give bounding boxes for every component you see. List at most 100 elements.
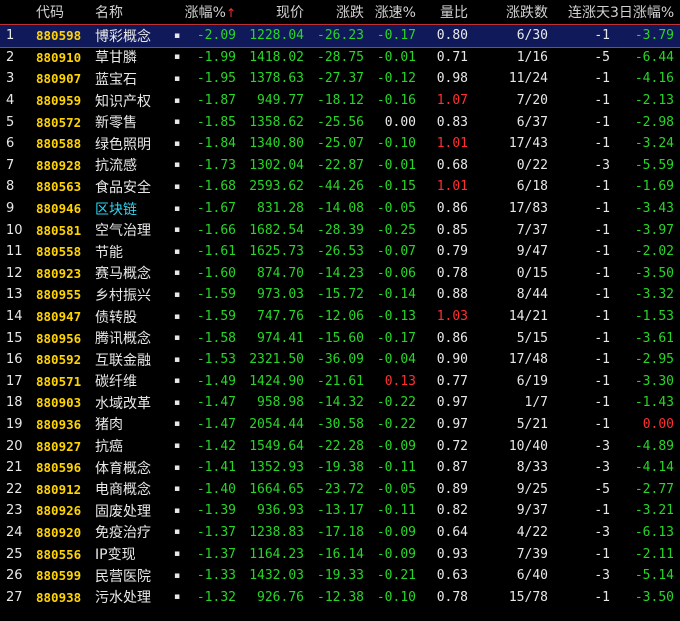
row-price: 1164.23 [249,546,304,562]
row-3day-change: -2.02 [634,244,674,260]
row-volume-ratio: 0.68 [436,157,468,173]
row-volume-ratio: 1.07 [436,93,468,109]
table-row[interactable]: 2 880910 草甘膦 ▪ -1.99 1418.02 -28.75 -0.01 0.71 1/… [0,47,680,69]
table-row[interactable]: 10 880581 空气治理 ▪ -1.66 1682.54 -28.39 -0.25 0.85… [0,219,680,241]
table-row[interactable]: 11 880558 节能 ▪ -1.61 1625.73 -26.53 -0.07 0.79 9/… [0,241,680,263]
table-row[interactable]: 23 880926 固废处理 ▪ -1.39 936.93 -13.17 -0.11 0.82 9… [0,500,680,522]
header-rise-days[interactable]: 连涨天 [548,2,610,22]
row-volume-ratio: 1.03 [436,309,468,325]
row-up-down-count: 6/18 [516,179,548,195]
row-change-pct: -1.84 [196,136,236,152]
row-index: 17 [6,373,23,389]
row-speed: -0.09 [376,438,416,454]
header-up-down-count[interactable]: 涨跌数 [468,2,548,22]
row-up-down-count: 17/43 [508,136,548,152]
row-speed: 0.13 [384,373,416,389]
row-code: 880598 [36,28,82,44]
table-row[interactable]: 22 880912 电商概念 ▪ -1.40 1664.65 -23.72 -0.05 0.89… [0,478,680,500]
row-change: -19.33 [317,568,364,584]
row-change-pct: -1.61 [196,244,236,260]
row-name: 区块链 [95,201,137,218]
table-row[interactable]: 4 880959 知识产权 ▪ -1.87 949.77 -18.12 -0.16 1.07 7/… [0,90,680,112]
row-change-pct: -1.58 [196,330,236,346]
row-code: 880912 [36,481,82,497]
row-change: -25.07 [317,136,364,152]
table-row[interactable]: 7 880928 抗流感 ▪ -1.73 1302.04 -22.87 -0.01 0.68 0/… [0,155,680,177]
header-volume-ratio[interactable]: 量比 [416,2,468,22]
row-code: 880947 [36,309,82,325]
row-rise-days: -3 [594,568,610,584]
table-row[interactable]: 24 880920 免疫治疗 ▪ -1.37 1238.83 -17.18 -0.09 0.64… [0,522,680,544]
row-change-pct: -1.39 [196,503,236,519]
table-row[interactable]: 13 880955 乡村振兴 ▪ -1.59 973.03 -15.72 -0.14 0.88 8… [0,284,680,306]
table-row[interactable]: 6 880588 绿色照明 ▪ -1.84 1340.80 -25.07 -0.10 1.01 1… [0,133,680,155]
table-row[interactable]: 17 880571 碳纤维 ▪ -1.49 1424.90 -21.61 0.13 0.77 6/… [0,371,680,393]
row-index: 10 [6,222,23,238]
row-up-down-count: 6/40 [516,568,548,584]
row-price: 2593.62 [249,179,304,195]
table-row[interactable]: 16 880592 互联金融 ▪ -1.53 2321.50 -36.09 -0.04 0.90… [0,349,680,371]
row-rise-days: -3 [594,157,610,173]
header-change-pct[interactable]: 涨幅%↑ [180,2,236,22]
table-row[interactable]: 9 880946 区块链 ▪ -1.67 831.28 -14.08 -0.05 0.86 17/… [0,198,680,220]
row-3day-change: -3.21 [634,503,674,519]
row-rise-days: -3 [594,438,610,454]
row-index: 25 [6,546,23,562]
row-3day-change: -2.98 [634,114,674,130]
row-up-down-count: 6/37 [516,114,548,130]
row-speed: -0.21 [376,568,416,584]
row-change: -27.37 [317,71,364,87]
row-3day-change: -1.69 [634,179,674,195]
table-row[interactable]: 27 880938 污水处理 ▪ -1.32 926.76 -12.38 -0.10 0.78 1… [0,586,680,608]
header-3day-change[interactable]: 3日涨幅% [610,2,680,22]
row-rise-days: -1 [594,309,610,325]
row-name: IP变现 [95,547,136,564]
table-row[interactable]: 20 880927 抗癌 ▪ -1.42 1549.64 -22.28 -0.09 0.72 10… [0,435,680,457]
row-change: -21.61 [317,373,364,389]
row-up-down-count: 17/83 [508,201,548,217]
row-index: 18 [6,395,23,411]
table-row[interactable]: 18 880903 水域改革 ▪ -1.47 958.98 -14.32 -0.22 0.97 1… [0,392,680,414]
header-name[interactable]: 名称 [92,2,174,22]
row-3day-change: -3.97 [634,222,674,238]
row-index: 14 [6,309,23,325]
table-row[interactable]: 21 880596 体育概念 ▪ -1.41 1352.93 -19.38 -0.11 0.87… [0,457,680,479]
table-row[interactable]: 19 880936 猪肉 ▪ -1.47 2054.44 -30.58 -0.22 0.97 5/… [0,414,680,436]
row-change: -44.26 [317,179,364,195]
row-change-pct: -1.99 [196,49,236,65]
row-change-pct: -1.95 [196,71,236,87]
row-change: -15.60 [317,330,364,346]
table-row[interactable]: 12 880923 赛马概念 ▪ -1.60 874.70 -14.23 -0.06 0.78 0… [0,263,680,285]
row-3day-change: -2.13 [634,93,674,109]
row-rise-days: -1 [594,503,610,519]
row-name: 新零售 [95,115,137,132]
table-body: 1 880598 博彩概念 ▪ -2.09 1228.04 -26.23 -0.17 0.80 6… [0,24,680,608]
table-row[interactable]: 15 880956 腾讯概念 ▪ -1.58 974.41 -15.60 -0.17 0.86 5… [0,327,680,349]
table-row[interactable]: 25 880556 IP变现 ▪ -1.37 1164.23 -16.14 -0.09 0.93… [0,543,680,565]
table-row[interactable]: 3 880907 蓝宝石 ▪ -1.95 1378.63 -27.37 -0.12 0.98 11… [0,68,680,90]
header-speed[interactable]: 涨速% [364,2,416,22]
row-change-pct: -1.66 [196,222,236,238]
row-3day-change: -5.59 [634,157,674,173]
table-row[interactable]: 8 880563 食品安全 ▪ -1.68 2593.62 -44.26 -0.15 1.01 6… [0,176,680,198]
table-row[interactable]: 26 880599 民营医院 ▪ -1.33 1432.03 -19.33 -0.21 0.63… [0,565,680,587]
row-up-down-count: 7/37 [516,222,548,238]
table-row[interactable]: 1 880598 博彩概念 ▪ -2.09 1228.04 -26.23 -0.17 0.80 6… [0,24,680,48]
row-change: -12.06 [317,309,364,325]
row-name: 电商概念 [95,482,151,499]
row-name: 节能 [95,244,123,261]
header-change[interactable]: 涨跌 [304,2,364,22]
row-index: 13 [6,287,23,303]
header-price[interactable]: 现价 [236,2,304,22]
row-name: 食品安全 [95,179,151,196]
row-change: -26.53 [317,244,364,260]
table-row[interactable]: 5 880572 新零售 ▪ -1.85 1358.62 -25.56 0.00 0.83 6/3… [0,111,680,133]
row-code: 880592 [36,352,82,368]
header-code[interactable]: 代码 [30,2,92,22]
row-change: -28.39 [317,222,364,238]
row-change: -17.18 [317,524,364,540]
row-name: 抗流感 [95,158,137,175]
row-code: 880571 [36,373,82,389]
table-row[interactable]: 14 880947 债转股 ▪ -1.59 747.76 -12.06 -0.13 1.03 14… [0,306,680,328]
row-rise-days: -1 [594,395,610,411]
